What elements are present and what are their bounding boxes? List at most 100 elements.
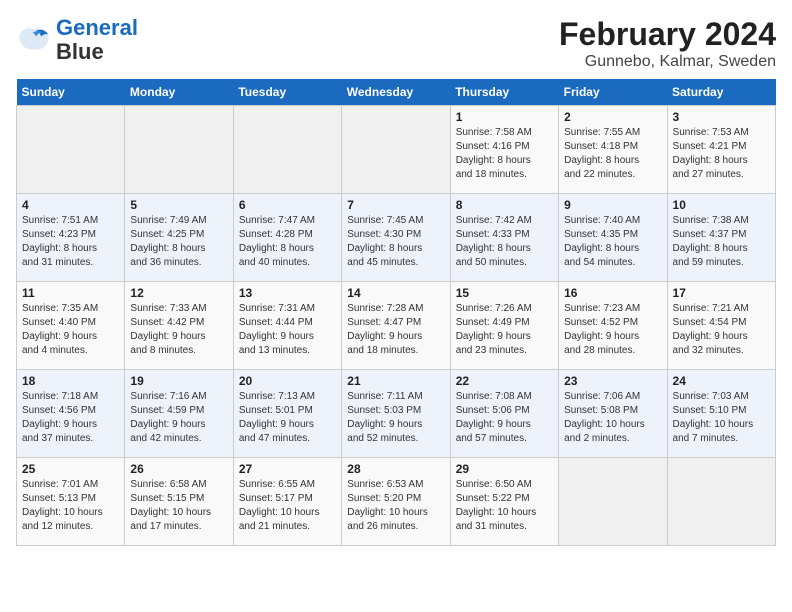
calendar-cell: 14 Sunrise: 7:28 AM Sunset: 4:47 PM Dayli… xyxy=(342,282,450,370)
header-thursday: Thursday xyxy=(450,79,558,106)
calendar-cell: 21 Sunrise: 7:11 AM Sunset: 5:03 PM Dayli… xyxy=(342,370,450,458)
logo-blue: Blue xyxy=(56,39,104,64)
title-block: February 2024 Gunnebo, Kalmar, Sweden xyxy=(559,16,776,71)
calendar-cell: 7 Sunrise: 7:45 AM Sunset: 4:30 PM Daylig… xyxy=(342,194,450,282)
day-info: Sunrise: 7:40 AM Sunset: 4:35 PM Dayligh… xyxy=(564,214,661,270)
header-sunday: Sunday xyxy=(17,79,125,106)
calendar-week-row: 4Sunrise: 7:51 AM Sunset: 4:23 PM Daylig… xyxy=(17,194,776,282)
day-number: 3 xyxy=(673,110,770,124)
day-info: Sunrise: 7:53 AM Sunset: 4:21 PM Dayligh… xyxy=(673,126,770,182)
day-info: Sunrise: 7:58 AM Sunset: 4:16 PM Dayligh… xyxy=(456,126,553,182)
logo-bird-icon xyxy=(16,22,52,58)
day-number: 27 xyxy=(239,462,336,476)
day-info: Sunrise: 7:01 AM Sunset: 5:13 PM Dayligh… xyxy=(22,478,119,534)
day-info: Sunrise: 7:49 AM Sunset: 4:25 PM Dayligh… xyxy=(130,214,227,270)
calendar-cell: 27Sunrise: 6:55 AM Sunset: 5:17 PM Dayli… xyxy=(233,458,341,546)
location-subtitle: Gunnebo, Kalmar, Sweden xyxy=(559,53,776,71)
calendar-week-row: 1Sunrise: 7:58 AM Sunset: 4:16 PM Daylig… xyxy=(17,106,776,194)
day-info: Sunrise: 7:11 AM Sunset: 5:03 PM Dayligh… xyxy=(347,390,444,446)
day-info: Sunrise: 7:21 AM Sunset: 4:54 PM Dayligh… xyxy=(673,302,770,358)
calendar-header: Sunday Monday Tuesday Wednesday Thursday… xyxy=(17,79,776,106)
calendar-cell xyxy=(559,458,667,546)
calendar-cell: 2 Sunrise: 7:55 AM Sunset: 4:18 PM Daylig… xyxy=(559,106,667,194)
day-info: Sunrise: 7:23 AM Sunset: 4:52 PM Dayligh… xyxy=(564,302,661,358)
calendar-cell: 9 Sunrise: 7:40 AM Sunset: 4:35 PM Daylig… xyxy=(559,194,667,282)
header-wednesday: Wednesday xyxy=(342,79,450,106)
header-row: Sunday Monday Tuesday Wednesday Thursday… xyxy=(17,79,776,106)
calendar-cell: 26 Sunrise: 6:58 AM Sunset: 5:15 PM Dayli… xyxy=(125,458,233,546)
calendar-week-row: 11Sunrise: 7:35 AM Sunset: 4:40 PM Dayli… xyxy=(17,282,776,370)
header-tuesday: Tuesday xyxy=(233,79,341,106)
day-info: Sunrise: 7:08 AM Sunset: 5:06 PM Dayligh… xyxy=(456,390,553,446)
day-info: Sunrise: 7:16 AM Sunset: 4:59 PM Dayligh… xyxy=(130,390,227,446)
day-info: Sunrise: 6:58 AM Sunset: 5:15 PM Dayligh… xyxy=(130,478,227,534)
day-number: 19 xyxy=(130,374,227,388)
calendar-cell: 19 Sunrise: 7:16 AM Sunset: 4:59 PM Dayli… xyxy=(125,370,233,458)
header-friday: Friday xyxy=(559,79,667,106)
calendar-week-row: 25 Sunrise: 7:01 AM Sunset: 5:13 PM Dayli… xyxy=(17,458,776,546)
calendar-table: Sunday Monday Tuesday Wednesday Thursday… xyxy=(16,79,776,546)
calendar-cell xyxy=(342,106,450,194)
calendar-cell: 28 Sunrise: 6:53 AM Sunset: 5:20 PM Dayli… xyxy=(342,458,450,546)
calendar-cell: 8Sunrise: 7:42 AM Sunset: 4:33 PM Daylig… xyxy=(450,194,558,282)
calendar-cell xyxy=(17,106,125,194)
day-number: 2 xyxy=(564,110,661,124)
day-number: 5 xyxy=(130,198,227,212)
day-info: Sunrise: 7:26 AM Sunset: 4:49 PM Dayligh… xyxy=(456,302,553,358)
logo-general: General xyxy=(56,15,138,40)
calendar-cell: 10 Sunrise: 7:38 AM Sunset: 4:37 PM Dayli… xyxy=(667,194,775,282)
day-number: 14 xyxy=(347,286,444,300)
day-number: 23 xyxy=(564,374,661,388)
calendar-cell: 3 Sunrise: 7:53 AM Sunset: 4:21 PM Daylig… xyxy=(667,106,775,194)
calendar-cell: 25 Sunrise: 7:01 AM Sunset: 5:13 PM Dayli… xyxy=(17,458,125,546)
day-info: Sunrise: 7:55 AM Sunset: 4:18 PM Dayligh… xyxy=(564,126,661,182)
day-number: 20 xyxy=(239,374,336,388)
day-info: Sunrise: 7:33 AM Sunset: 4:42 PM Dayligh… xyxy=(130,302,227,358)
calendar-week-row: 18Sunrise: 7:18 AM Sunset: 4:56 PM Dayli… xyxy=(17,370,776,458)
day-number: 15 xyxy=(456,286,553,300)
day-number: 29 xyxy=(456,462,553,476)
calendar-cell: 17 Sunrise: 7:21 AM Sunset: 4:54 PM Dayli… xyxy=(667,282,775,370)
day-number: 7 xyxy=(347,198,444,212)
header-monday: Monday xyxy=(125,79,233,106)
day-number: 17 xyxy=(673,286,770,300)
day-number: 25 xyxy=(22,462,119,476)
calendar-cell: 13Sunrise: 7:31 AM Sunset: 4:44 PM Dayli… xyxy=(233,282,341,370)
calendar-cell: 16 Sunrise: 7:23 AM Sunset: 4:52 PM Dayli… xyxy=(559,282,667,370)
day-info: Sunrise: 7:51 AM Sunset: 4:23 PM Dayligh… xyxy=(22,214,119,270)
day-info: Sunrise: 7:13 AM Sunset: 5:01 PM Dayligh… xyxy=(239,390,336,446)
month-year-title: February 2024 xyxy=(559,16,776,53)
day-info: Sunrise: 7:06 AM Sunset: 5:08 PM Dayligh… xyxy=(564,390,661,446)
calendar-cell: 22Sunrise: 7:08 AM Sunset: 5:06 PM Dayli… xyxy=(450,370,558,458)
day-number: 28 xyxy=(347,462,444,476)
calendar-cell xyxy=(125,106,233,194)
day-number: 9 xyxy=(564,198,661,212)
day-number: 8 xyxy=(456,198,553,212)
day-info: Sunrise: 7:18 AM Sunset: 4:56 PM Dayligh… xyxy=(22,390,119,446)
calendar-cell: 1Sunrise: 7:58 AM Sunset: 4:16 PM Daylig… xyxy=(450,106,558,194)
logo: General Blue xyxy=(16,16,138,64)
day-number: 16 xyxy=(564,286,661,300)
day-info: Sunrise: 6:50 AM Sunset: 5:22 PM Dayligh… xyxy=(456,478,553,534)
calendar-cell: 24 Sunrise: 7:03 AM Sunset: 5:10 PM Dayli… xyxy=(667,370,775,458)
day-number: 10 xyxy=(673,198,770,212)
calendar-cell: 23 Sunrise: 7:06 AM Sunset: 5:08 PM Dayli… xyxy=(559,370,667,458)
day-number: 12 xyxy=(130,286,227,300)
header-saturday: Saturday xyxy=(667,79,775,106)
calendar-body: 1Sunrise: 7:58 AM Sunset: 4:16 PM Daylig… xyxy=(17,106,776,546)
day-info: Sunrise: 7:38 AM Sunset: 4:37 PM Dayligh… xyxy=(673,214,770,270)
day-info: Sunrise: 6:53 AM Sunset: 5:20 PM Dayligh… xyxy=(347,478,444,534)
calendar-cell xyxy=(233,106,341,194)
day-number: 26 xyxy=(130,462,227,476)
page-header: General Blue February 2024 Gunnebo, Kalm… xyxy=(16,16,776,71)
day-info: Sunrise: 7:03 AM Sunset: 5:10 PM Dayligh… xyxy=(673,390,770,446)
day-info: Sunrise: 7:28 AM Sunset: 4:47 PM Dayligh… xyxy=(347,302,444,358)
day-info: Sunrise: 7:45 AM Sunset: 4:30 PM Dayligh… xyxy=(347,214,444,270)
calendar-cell: 15 Sunrise: 7:26 AM Sunset: 4:49 PM Dayli… xyxy=(450,282,558,370)
calendar-cell xyxy=(667,458,775,546)
calendar-cell: 20 Sunrise: 7:13 AM Sunset: 5:01 PM Dayli… xyxy=(233,370,341,458)
day-number: 24 xyxy=(673,374,770,388)
day-number: 21 xyxy=(347,374,444,388)
calendar-cell: 12 Sunrise: 7:33 AM Sunset: 4:42 PM Dayli… xyxy=(125,282,233,370)
day-number: 6 xyxy=(239,198,336,212)
